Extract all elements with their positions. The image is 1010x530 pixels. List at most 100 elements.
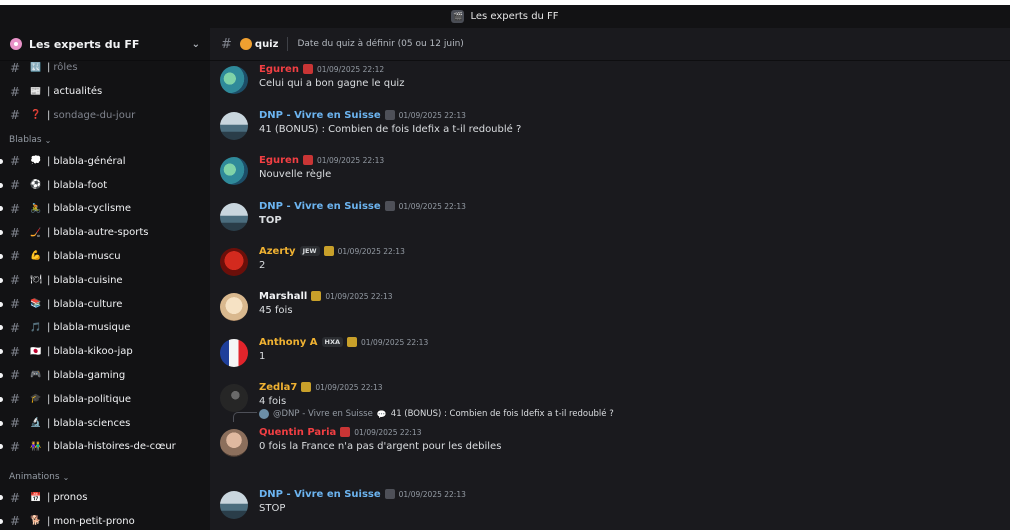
message-author[interactable]: Eguren	[259, 64, 299, 75]
message-author[interactable]: DNP - Vivre en Suisse	[259, 110, 381, 121]
channel-hash-icon: #	[10, 416, 21, 431]
channel-item[interactable]: # 💭 | blabla-général	[0, 149, 210, 173]
channel-list: # 🔣 | rôles # 📰 | actualités # ❓ | sondage-du-jour B…	[0, 56, 210, 530]
channel-label: blabla-histoires-de-cœur	[53, 441, 176, 453]
channel-hash-icon: #	[10, 297, 21, 312]
unread-dot	[0, 230, 3, 236]
chat-main: # quiz Date du quiz à définir (05 ou 12 …	[210, 28, 1010, 530]
channel-item[interactable]: # 📚 | blabla-culture	[0, 292, 210, 316]
role-badge-icon	[323, 246, 334, 256]
avatar[interactable]	[220, 429, 248, 457]
title-bar: 🎬 Les experts du FF	[0, 5, 1010, 28]
channel-separator: |	[47, 86, 51, 98]
message-text: 0 fois la France n'a pas d'argent pour l…	[259, 441, 502, 452]
server-tag[interactable]: JEW	[299, 246, 320, 256]
channel-item[interactable]: # ❓ | sondage-du-jour	[0, 104, 210, 128]
avatar[interactable]	[220, 248, 248, 276]
channel-hash-icon: #	[10, 490, 21, 505]
server-icon: 🎬	[451, 10, 465, 23]
message-header: Quentin Paria 01/09/2025 22:13	[259, 426, 421, 438]
channel-hash-icon: #	[10, 154, 21, 169]
channel-label: rôles	[53, 62, 78, 74]
channel-emoji-icon: 🔬	[30, 418, 42, 429]
unread-dot	[0, 444, 3, 450]
role-badge-icon	[301, 382, 312, 392]
unread-dot	[0, 420, 3, 426]
channel-item[interactable]: # 🇯🇵 | blabla-kikoo-jap	[0, 340, 210, 364]
message-timestamp: 01/09/2025 22:13	[337, 246, 405, 256]
channel-item[interactable]: # 🚴 | blabla-cyclisme	[0, 197, 210, 221]
channel-emoji-icon: 🔣	[30, 62, 42, 73]
message-timestamp: 01/09/2025 22:13	[315, 382, 383, 392]
channel-separator: |	[47, 515, 51, 527]
channel-separator: |	[47, 298, 51, 310]
channel-separator: |	[47, 250, 51, 262]
avatar[interactable]	[220, 339, 248, 367]
channel-item[interactable]: # 📰 | actualités	[0, 80, 210, 104]
channel-emoji-icon: 🎓	[30, 394, 42, 405]
message-author[interactable]: Anthony A	[259, 337, 318, 348]
hash-icon: #	[221, 36, 232, 52]
message-author[interactable]: Eguren	[259, 155, 299, 166]
channel-emoji-icon: 🎮	[30, 370, 42, 381]
avatar[interactable]	[220, 157, 248, 185]
channel-label: blabla-muscu	[53, 250, 121, 262]
message-header: DNP - Vivre en Suisse 01/09/2025 22:13	[259, 109, 466, 121]
channel-item[interactable]: # 💪 | blabla-muscu	[0, 245, 210, 269]
server-tag[interactable]: HXA	[321, 337, 343, 347]
avatar[interactable]	[220, 293, 248, 321]
channel-item[interactable]: # 🐕 | mon-petit-prono	[0, 510, 210, 530]
avatar[interactable]	[220, 491, 248, 519]
channel-topic[interactable]: Date du quiz à définir (05 ou 12 juin)	[297, 39, 463, 49]
avatar[interactable]	[220, 66, 248, 94]
message-author[interactable]: Zedla7	[259, 382, 297, 393]
role-badge-icon	[302, 155, 313, 165]
message-text: 45 fois	[259, 305, 293, 316]
channel-item[interactable]: # 🎵 | blabla-musique	[0, 316, 210, 340]
chevron-down-icon: ⌄	[44, 136, 52, 146]
message-author[interactable]: DNP - Vivre en Suisse	[259, 489, 381, 500]
category-label: Animations	[9, 471, 60, 482]
unread-dot	[0, 301, 3, 307]
channel-item[interactable]: # 🏒 | blabla-autre-sports	[0, 221, 210, 245]
channel-item[interactable]: # 🎮 | blabla-gaming	[0, 364, 210, 388]
chat-message: Eguren 01/09/2025 22:12 Celui qui a bon ga…	[210, 63, 1010, 103]
message-timestamp: 01/09/2025 22:13	[398, 201, 466, 211]
avatar[interactable]	[220, 112, 248, 140]
channel-emoji-icon: 📚	[30, 299, 42, 310]
channel-emoji-icon: 💭	[30, 156, 42, 167]
message-header: Eguren 01/09/2025 22:12	[259, 63, 384, 75]
channel-label: blabla-musique	[53, 322, 131, 334]
server-flower-icon	[10, 38, 22, 50]
message-timestamp: 01/09/2025 22:13	[325, 291, 393, 301]
channel-emoji-icon: 💪	[30, 251, 42, 262]
message-author[interactable]: Azerty	[259, 246, 296, 257]
channel-hash-icon: #	[10, 249, 21, 264]
message-author[interactable]: Quentin Paria	[259, 427, 336, 438]
channel-item[interactable]: # 🎓 | blabla-politique	[0, 387, 210, 411]
channel-item[interactable]: # ⚽ | blabla-foot	[0, 173, 210, 197]
reply-preview[interactable]: @DNP - Vivre en Suisse 💬 41 (BONUS) : Comb…	[259, 408, 614, 420]
channel-sidebar: Les experts du FF ⌄ # 🔣 | rôles # 📰 | actualité…	[0, 28, 210, 530]
message-author[interactable]: DNP - Vivre en Suisse	[259, 201, 381, 212]
channel-item[interactable]: # 🔣 | rôles	[0, 56, 210, 80]
category-header[interactable]: Blablas ⌄	[0, 127, 210, 149]
category-header[interactable]: Animations ⌄	[0, 459, 210, 486]
message-author[interactable]: Marshall	[259, 291, 307, 302]
reply-author: @DNP - Vivre en Suisse	[273, 409, 373, 419]
chevron-down-icon[interactable]: ⌄	[192, 39, 200, 50]
chevron-down-icon: ⌄	[62, 472, 70, 482]
unread-dot	[0, 277, 3, 283]
role-badge-icon	[384, 201, 395, 211]
channel-hash-icon: #	[10, 320, 21, 335]
channel-item[interactable]: # 🍽 | blabla-cuisine	[0, 268, 210, 292]
channel-item[interactable]: # 🔬 | blabla-sciences	[0, 411, 210, 435]
channel-label: blabla-kikoo-jap	[53, 346, 133, 358]
channel-item[interactable]: # 👫 | blabla-histoires-de-cœur	[0, 435, 210, 459]
channel-item[interactable]: # 📅 | pronos	[0, 486, 210, 510]
channel-separator: |	[47, 203, 51, 215]
message-header: Anthony A HXA 01/09/2025 22:13	[259, 336, 428, 348]
avatar[interactable]	[220, 384, 248, 412]
role-badge-icon	[311, 291, 322, 301]
avatar[interactable]	[220, 203, 248, 231]
